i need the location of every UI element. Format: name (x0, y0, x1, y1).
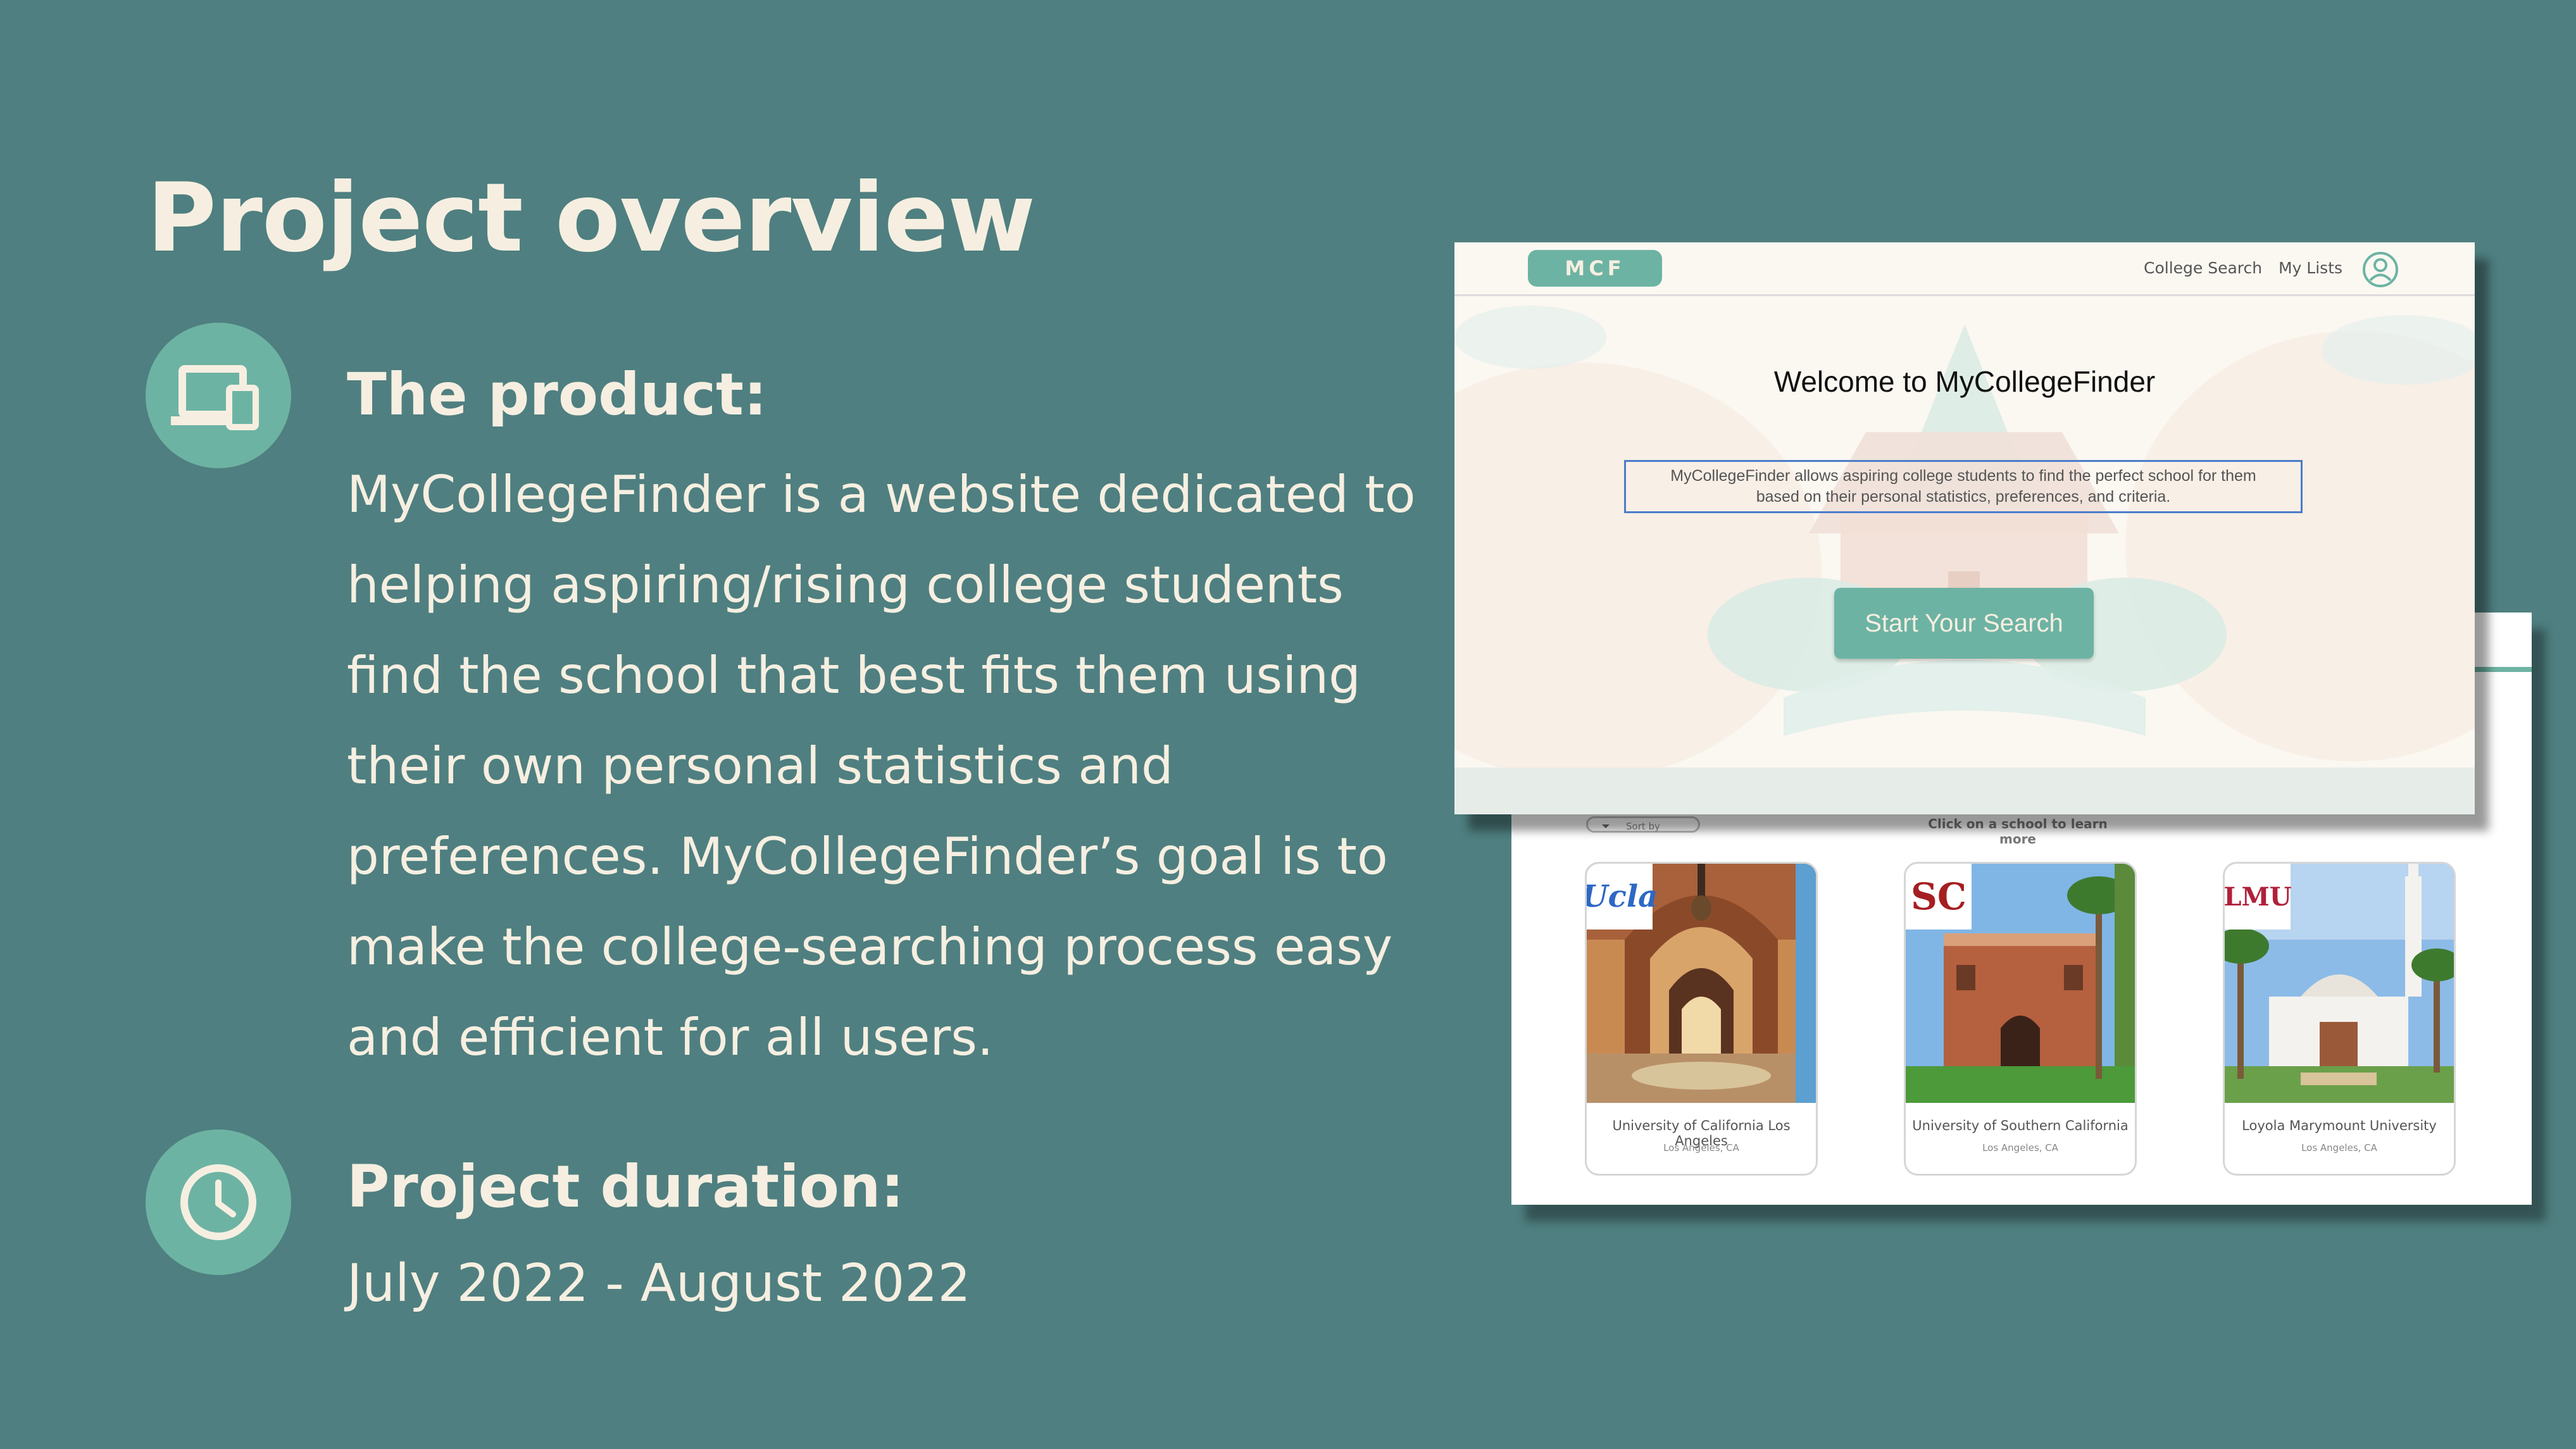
lmu-logo: LMU (2225, 864, 2292, 930)
duration-dates: July 2022 - August 2022 (347, 1253, 971, 1314)
school-name: University of Southern California (1912, 1118, 2129, 1133)
sort-dropdown[interactable]: Sort by (1586, 816, 1700, 833)
home-page-mockup: MCF College Search My Lists Welcome to M… (1454, 242, 2475, 814)
clock-icon (146, 1129, 291, 1275)
school-card-usc[interactable]: SC University of Southern California Los… (1904, 862, 2137, 1176)
top-navbar: MCF College Search My Lists (1454, 242, 2475, 296)
campus-illustration (1454, 306, 2475, 814)
ucla-logo: Ucla (1587, 864, 1658, 930)
start-search-button[interactable]: Start Your Search (1834, 588, 2094, 659)
nav-college-search[interactable]: College Search (2144, 259, 2262, 277)
intro-text: MyCollegeFinder allows aspiring college … (1624, 460, 2303, 513)
intro-line-1: MyCollegeFinder allows aspiring college … (1670, 467, 2256, 485)
school-card-ucla[interactable]: Ucla University of California Los Angele… (1585, 862, 1818, 1176)
school-card-lmu[interactable]: LMU Loyola Marymount University Los Ange… (2223, 862, 2456, 1176)
usc-logo: SC (1906, 864, 1972, 930)
devices-icon (146, 323, 291, 468)
product-description: MyCollegeFinder is a website dedicated t… (347, 465, 1416, 1067)
slide-title: Project overview (147, 163, 1035, 273)
intro-line-2: based on their personal statistics, pref… (1756, 488, 2171, 506)
nav-my-lists[interactable]: My Lists (2279, 259, 2342, 277)
school-name: Loyola Marymount University (2242, 1118, 2437, 1133)
school-location: Los Angeles, CA (2301, 1142, 2377, 1154)
school-location: Los Angeles, CA (1982, 1142, 2058, 1154)
user-icon[interactable] (2361, 251, 2399, 289)
brand-logo[interactable]: MCF (1528, 250, 1662, 287)
school-location: Los Angeles, CA (1663, 1142, 1739, 1154)
results-hint: Click on a school to learn more (1928, 816, 2108, 847)
duration-heading: Project duration: (347, 1153, 904, 1221)
product-heading: The product: (347, 361, 767, 428)
welcome-heading: Welcome to MyCollegeFinder (1773, 365, 2156, 398)
